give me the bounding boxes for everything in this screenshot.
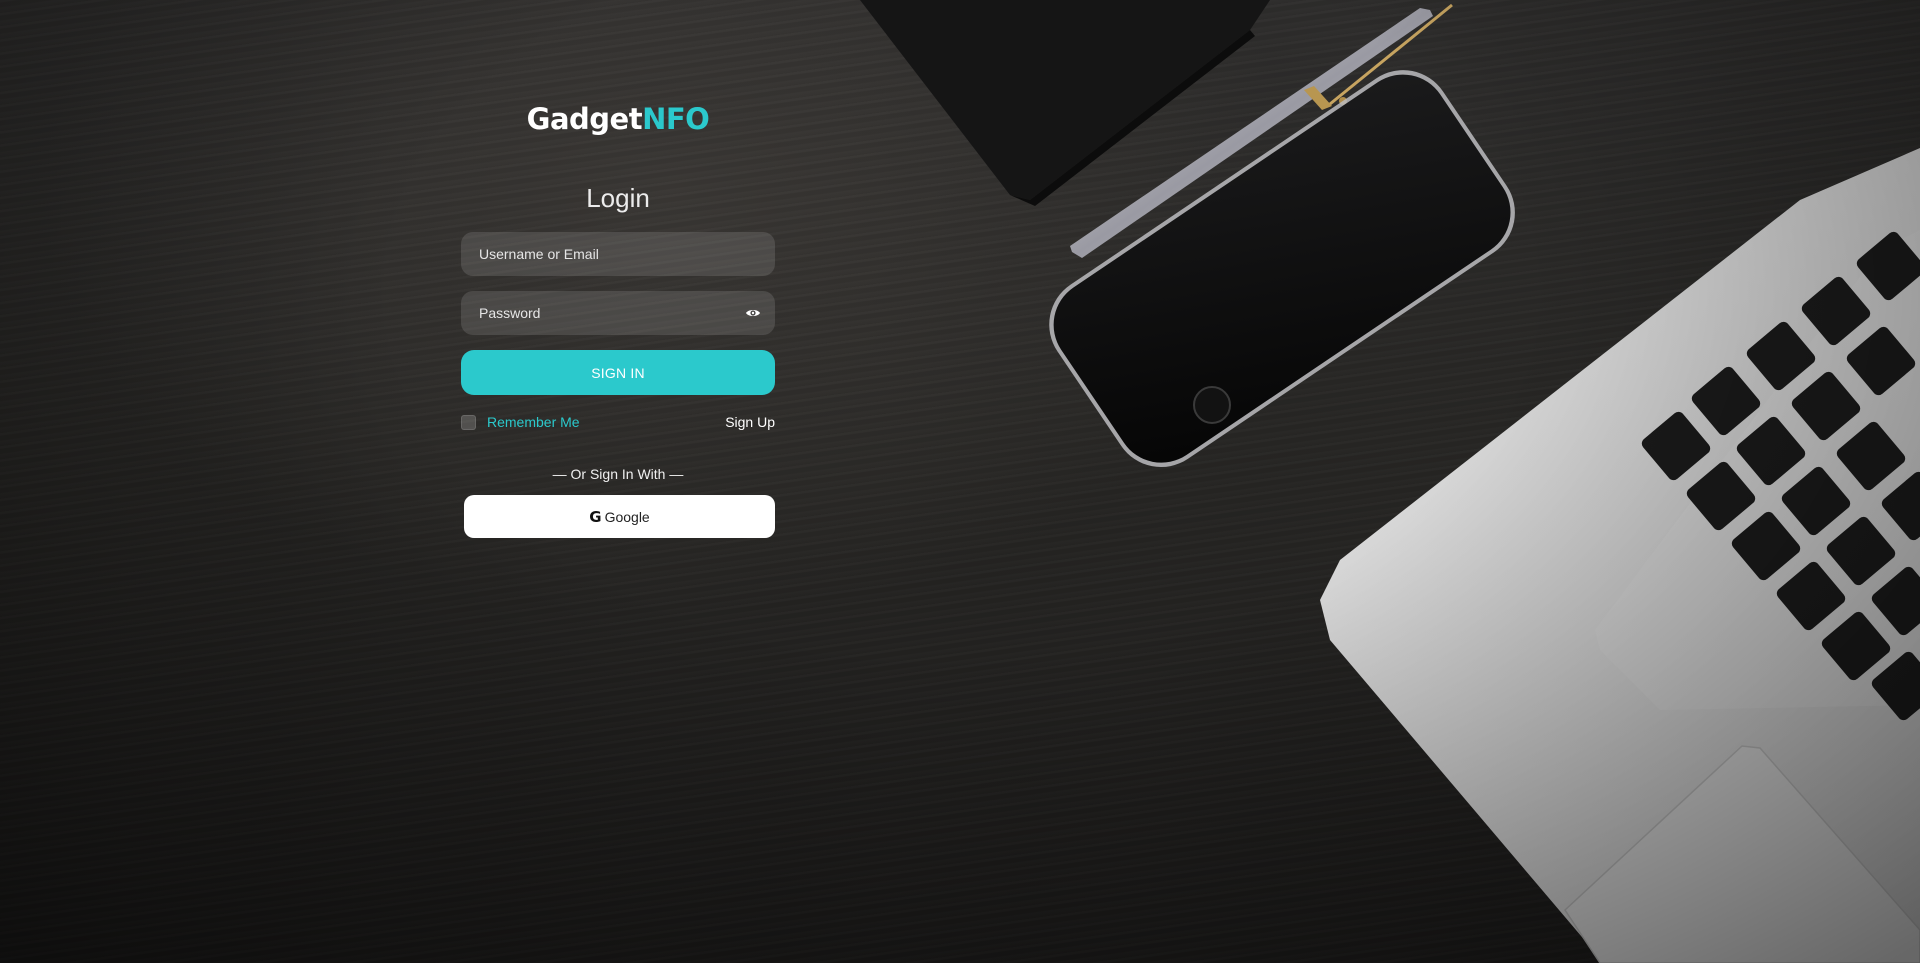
or-sign-in-with-divider: — Or Sign In With — [552, 466, 684, 482]
password-input[interactable] [479, 305, 757, 321]
google-button-label: Google [604, 508, 650, 525]
password-field [461, 291, 775, 335]
google-sign-in-button[interactable]: G Google [464, 495, 775, 538]
username-input[interactable] [479, 246, 757, 262]
sign-up-link[interactable]: Sign Up [725, 414, 775, 430]
brand-name-accent: NFO [642, 102, 710, 136]
eye-icon[interactable] [745, 305, 761, 321]
username-field [461, 232, 775, 276]
brand-logo: GadgetNFO [461, 96, 775, 142]
remember-me-checkbox[interactable] [461, 414, 476, 430]
sign-in-button[interactable]: SIGN IN [461, 350, 775, 395]
remember-me-label[interactable]: Remember Me [487, 414, 580, 430]
background-desk-illustration [860, 0, 1920, 963]
login-options-row: Remember Me Sign Up [461, 412, 775, 432]
notebook-decor [860, 0, 1270, 206]
brand-name-main: Gadget [526, 102, 643, 136]
google-icon: G [589, 507, 602, 526]
login-panel: GadgetNFO Login SIGN IN Remember Me Sign… [461, 96, 775, 538]
page-title: Login [586, 183, 650, 213]
remember-me[interactable]: Remember Me [461, 414, 580, 430]
